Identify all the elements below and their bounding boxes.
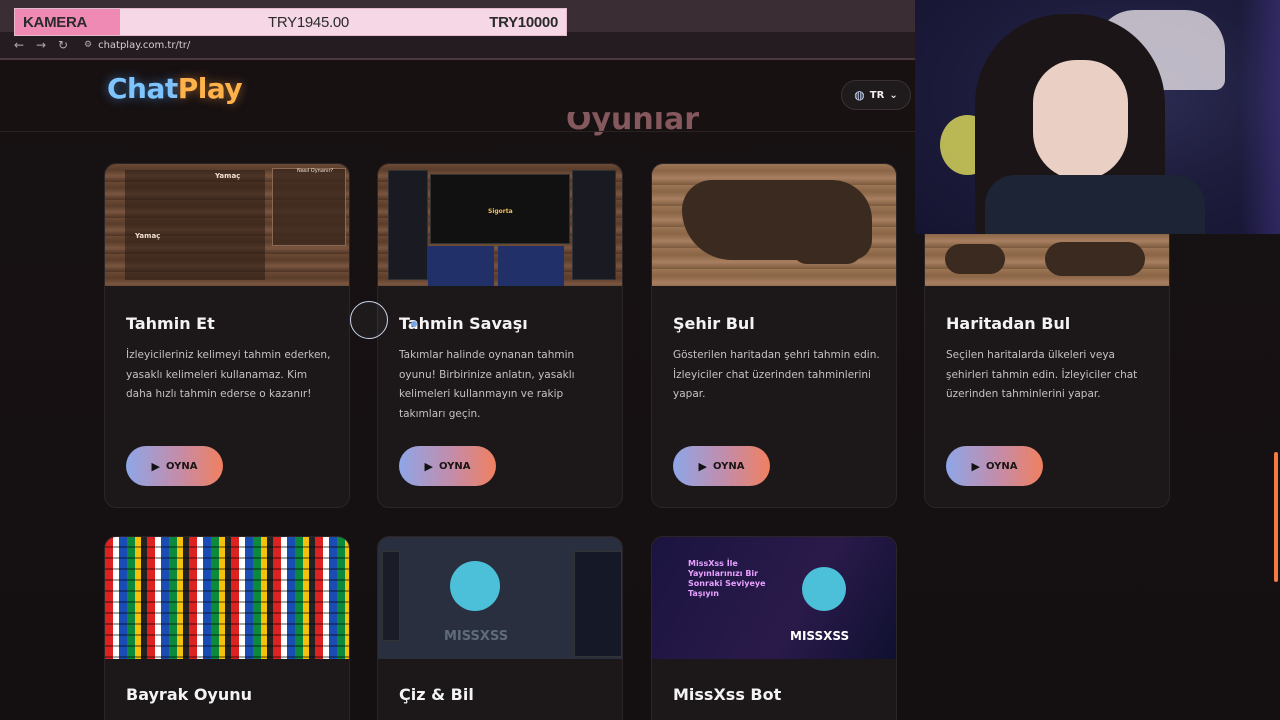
logo[interactable]: ChatPlay [107, 72, 243, 105]
card-title: Şehir Bul [673, 314, 755, 333]
streamer-face [1033, 60, 1128, 180]
reload-icon[interactable]: ↻ [52, 35, 74, 55]
language-selector[interactable]: ◍ TR ⌄ [841, 80, 911, 110]
game-card-bayrak-oyunu[interactable]: Bayrak Oyunu [104, 536, 350, 720]
play-button[interactable]: ▶ OYNA [399, 446, 496, 486]
card-title: Haritadan Bul [946, 314, 1071, 333]
section-title: Oyunlar [566, 112, 700, 136]
play-label: OYNA [438, 460, 471, 472]
site-info-icon[interactable]: ⚙ [84, 40, 92, 50]
background-light [1240, 0, 1280, 234]
url-text: chatplay.com.tr/tr/ [98, 39, 191, 51]
play-icon: ▶ [151, 459, 160, 473]
streamer-shirt [985, 175, 1205, 234]
game-card-ciz-bil[interactable]: MISSXSS Çiz & Bil [377, 536, 623, 720]
thumb-label: MISSXSS [444, 629, 509, 644]
logo-part2: Play [177, 72, 243, 105]
game-thumbnail [105, 537, 349, 659]
logo-part1: Chat [107, 72, 178, 105]
game-thumbnail: MISSXSS [378, 537, 622, 659]
card-title: Çiz & Bil [399, 685, 474, 704]
card-title: Tahmin Et [126, 314, 215, 333]
game-thumbnail: Sigorta [378, 164, 622, 286]
game-thumbnail: Yamaç Yamaç Nasıl Oynanır? [105, 164, 349, 286]
play-button[interactable]: ▶ OYNA [126, 446, 223, 486]
card-description: Takımlar halinde oynanan tahmin oyunu! B… [399, 349, 575, 420]
thumb-label: Yamaç [215, 172, 241, 180]
game-thumbnail: MissXss İle Yayınlarınızı Bir Sonraki Se… [652, 537, 896, 659]
game-card-tahmin-savasi[interactable]: Sigorta Tahmin Savaşı Takımlar halinde o… [377, 163, 623, 508]
card-title: Bayrak Oyunu [126, 685, 253, 704]
play-icon: ▶ [424, 459, 433, 473]
thumb-heading: MissXss İle Yayınlarınızı Bir Sonraki Se… [688, 559, 766, 598]
play-icon: ▶ [971, 459, 980, 473]
game-card-sehir-bul[interactable]: Şehir Bul Gösterilen haritadan şehri tah… [651, 163, 897, 508]
url-field[interactable]: ⚙ chatplay.com.tr/tr/ [84, 40, 190, 51]
cursor-highlight [350, 301, 388, 339]
play-icon: ▶ [698, 459, 707, 473]
card-title: Tahmin Savaşı [399, 314, 528, 333]
card-description: İzleyicileriniz kelimeyi tahmin ederken,… [126, 349, 331, 400]
thumb-label: MISSXSS [790, 629, 850, 643]
goal-target: TRY10000 [489, 14, 558, 31]
card-description: Seçilen haritalarda ülkeleri veya şehirl… [946, 349, 1138, 400]
game-card-missxss-bot[interactable]: MissXss İle Yayınlarınızı Bir Sonraki Se… [651, 536, 897, 720]
webcam-overlay [915, 0, 1280, 234]
goal-current: TRY1945.00 [268, 14, 349, 31]
mouse-pointer [411, 321, 417, 327]
language-label: TR [869, 89, 885, 101]
card-description: Gösterilen haritadan şehri tahmin edin. … [673, 349, 880, 400]
thumb-label: Nasıl Oynanır? [297, 168, 334, 174]
back-icon[interactable]: ← [8, 35, 30, 55]
chevron-down-icon: ⌄ [889, 89, 898, 101]
thumb-label: Yamaç [135, 232, 161, 240]
play-button[interactable]: ▶ OYNA [673, 446, 770, 486]
play-label: OYNA [712, 460, 745, 472]
globe-icon: ◍ [854, 88, 865, 102]
thumb-label: Sigorta [488, 208, 513, 215]
forward-icon[interactable]: → [30, 35, 52, 55]
play-label: OYNA [985, 460, 1018, 472]
game-card-tahmin-et[interactable]: Yamaç Yamaç Nasıl Oynanır? Tahmin Et İzl… [104, 163, 350, 508]
donation-goal-bar: KAMERA TRY1945.00 TRY10000 [14, 8, 567, 36]
scrollbar[interactable] [1274, 452, 1278, 582]
card-title: MissXss Bot [673, 685, 782, 704]
goal-label: KAMERA [23, 14, 88, 31]
play-label: OYNA [165, 460, 198, 472]
play-button[interactable]: ▶ OYNA [946, 446, 1043, 486]
game-thumbnail [652, 164, 896, 286]
screen: ← → ↻ ⚙ chatplay.com.tr/tr/ KAMERA TRY19… [0, 0, 1280, 720]
